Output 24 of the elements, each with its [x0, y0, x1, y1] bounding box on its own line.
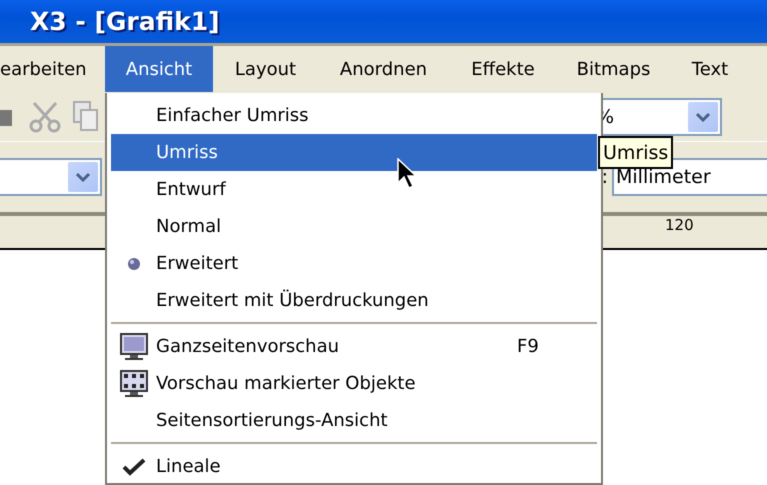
menu-bar-item[interactable]: Ansicht	[105, 46, 213, 92]
menu-item[interactable]: Lineale	[111, 448, 597, 483]
menu-bar-item[interactable]: Anordnen	[318, 46, 449, 92]
window-title: X3 - [Grafik1]	[30, 7, 220, 36]
scissors-icon[interactable]	[28, 100, 62, 134]
chevron-down-icon	[75, 172, 91, 182]
monitor-icon	[118, 332, 148, 362]
menu-bar-item[interactable]: Text	[670, 46, 750, 92]
menu-item[interactable]: Erweitert mit Überdruckungen	[111, 282, 597, 319]
combo-box[interactable]	[0, 158, 102, 196]
menu-item[interactable]: Seitensortierungs-Ansicht	[111, 402, 597, 439]
menu-item[interactable]: Umriss	[111, 134, 597, 171]
menu-item[interactable]: Ganzseitenvorschau F9	[111, 328, 597, 365]
copy-icon[interactable]	[72, 100, 100, 134]
menu-bar-item[interactable]: Effekte	[449, 46, 557, 92]
menu-item[interactable]: Entwurf	[111, 171, 597, 208]
chevron-down-icon	[695, 112, 711, 122]
menu-bar-item[interactable]: Bitmaps	[557, 46, 670, 92]
menu-item[interactable]: Vorschau markierter Objekte	[111, 365, 597, 402]
monitor-grid-icon	[118, 368, 148, 398]
tooltip: Umriss	[598, 136, 674, 169]
units-label: :	[602, 166, 608, 188]
menu-bar-item[interactable]: earbeiten	[0, 46, 85, 92]
menu-bar-item[interactable]: Layout	[213, 46, 318, 92]
